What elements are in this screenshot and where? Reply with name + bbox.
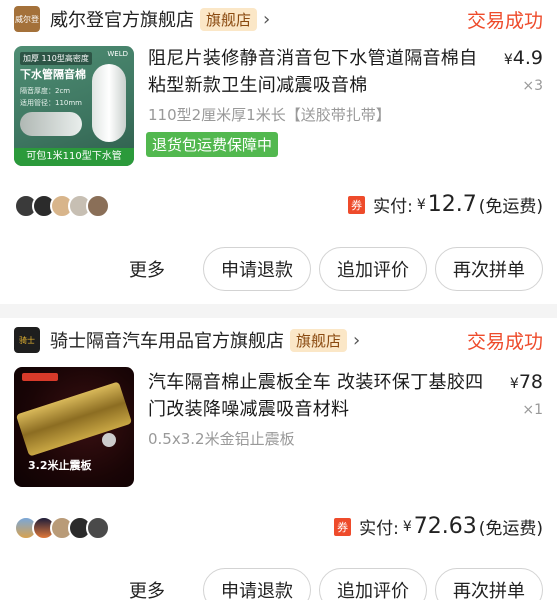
unit-price: ¥78: [510, 371, 543, 393]
avatar: [86, 194, 110, 218]
thumb-caption: 可包1米110型下水管: [14, 148, 134, 166]
store-row[interactable]: 骑士 骑士隔音汽车用品官方旗舰店 旗舰店 › 交易成功: [14, 322, 543, 358]
pipe-image: [92, 64, 126, 142]
thumb-tag2: 110型高密度: [41, 54, 89, 63]
order-status: 交易成功: [466, 330, 543, 353]
coupon-icon: 券: [348, 195, 366, 214]
order-actions: 更多 申请退款 追加评价 再次拼单: [129, 568, 543, 600]
quantity: ×1: [522, 402, 543, 418]
unit-price: ¥4.9: [504, 47, 543, 69]
pipe-roll-image: [20, 112, 82, 136]
damping-sheet-image: [15, 381, 133, 457]
refund-button[interactable]: 申请退款: [203, 247, 311, 291]
paid-amount: 券 实付: ¥ 72.63 (免运费): [334, 514, 543, 539]
return-shipping-badge: 退货包运费保障中: [146, 132, 279, 157]
thumb-headline: 下水管隔音棉: [20, 68, 86, 81]
flagship-badge: 旗舰店: [290, 328, 348, 352]
order-card: 骑士 骑士隔音汽车用品官方旗舰店 旗舰店 › 交易成功 3.2米止震板 汽车隔音…: [0, 318, 557, 600]
currency-symbol: ¥: [503, 52, 513, 68]
refund-button[interactable]: 申请退款: [203, 568, 311, 600]
avatar: [86, 516, 110, 540]
paid-amount: 券 实付: ¥ 12.7 (免运费): [348, 192, 543, 217]
product-title[interactable]: 汽车隔音棉止震板全车 改装环保丁基胶四门改装降噪减震吸音材料: [148, 369, 488, 423]
product-title[interactable]: 阻尼片装修静音消音包下水管道隔音棉自粘型新款卫生间减震吸音棉: [148, 45, 488, 99]
buyer-avatars: [14, 516, 110, 540]
coupon-icon: 券: [334, 517, 352, 536]
rebuy-button[interactable]: 再次拼单: [435, 247, 543, 291]
thumb-line2: 适用管径：110mm: [20, 99, 82, 107]
quantity: ×3: [522, 78, 543, 94]
product-thumbnail[interactable]: 加厚 110型高密度 下水管隔音棉 隔音厚度：2cm 适用管径：110mm WE…: [14, 46, 134, 166]
store-row[interactable]: 威尔登 威尔登官方旗舰店 旗舰店 › 交易成功: [14, 1, 543, 37]
add-review-button[interactable]: 追加评价: [319, 247, 427, 291]
price-value: 4.9: [512, 47, 543, 69]
currency-symbol: ¥: [509, 376, 519, 392]
thumb-tag: 加厚: [23, 54, 39, 63]
more-button[interactable]: 更多: [129, 577, 165, 600]
paid-value: 72.63: [413, 514, 477, 539]
flagship-badge: 旗舰店: [200, 7, 258, 31]
add-review-button[interactable]: 追加评价: [319, 568, 427, 600]
product-thumbnail[interactable]: 3.2米止震板: [14, 367, 134, 487]
paid-value: 12.7: [427, 192, 477, 217]
store-logo: 威尔登: [14, 6, 40, 32]
thumb-line1: 隔音厚度：2cm: [20, 87, 71, 95]
thumb-caption: 3.2米止震板: [28, 459, 92, 472]
order-actions: 更多 申请退款 追加评价 再次拼单: [129, 247, 543, 291]
chevron-right-icon[interactable]: ›: [263, 9, 270, 30]
paid-label: 实付:: [373, 197, 413, 217]
store-name[interactable]: 威尔登官方旗舰店: [50, 6, 194, 32]
buyer-avatars: [14, 194, 110, 218]
order-card: 威尔登 威尔登官方旗舰店 旗舰店 › 交易成功 加厚 110型高密度 下水管隔音…: [0, 0, 557, 304]
rebuy-button[interactable]: 再次拼单: [435, 568, 543, 600]
product-spec: 0.5x3.2米金铝止震板: [148, 430, 295, 448]
brand-logo-icon: [22, 373, 58, 381]
currency-symbol: ¥: [416, 196, 426, 213]
currency-symbol: ¥: [402, 518, 412, 535]
shipping-note: (免运费): [478, 519, 543, 539]
more-button[interactable]: 更多: [129, 256, 165, 282]
thumb-brand: WELD: [107, 50, 128, 58]
paid-label: 实付:: [359, 519, 399, 539]
store-logo: 骑士: [14, 327, 40, 353]
store-name[interactable]: 骑士隔音汽车用品官方旗舰店: [50, 327, 284, 353]
shipping-note: (免运费): [478, 197, 543, 217]
order-status: 交易成功: [466, 9, 543, 32]
price-value: 78: [518, 371, 543, 393]
roller-icon: [102, 433, 116, 447]
product-spec: 110型2厘米厚1米长【送胶带扎带】: [148, 106, 391, 124]
chevron-right-icon[interactable]: ›: [353, 330, 360, 351]
